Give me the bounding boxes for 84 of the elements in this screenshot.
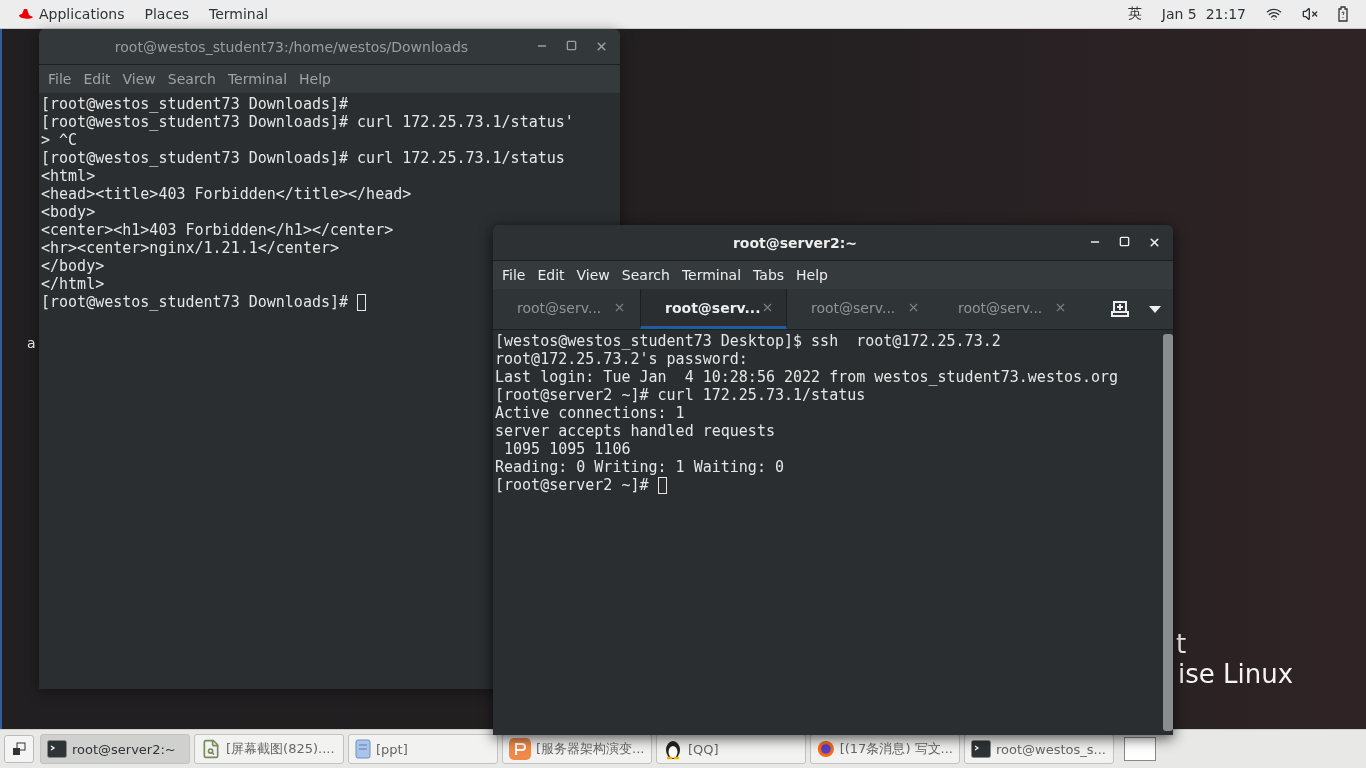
menu-item[interactable]: Edit	[77, 71, 117, 87]
menu-item[interactable]: Terminal	[675, 267, 748, 283]
terminal-line: Last login: Tue Jan 4 10:28:56 2022 from westos_student73.westos.org	[495, 368, 1119, 386]
terminal-icon	[47, 740, 67, 758]
image-viewer-icon	[201, 739, 221, 759]
hat-icon	[18, 8, 34, 20]
terminal-line: <hr><center>nginx/1.21.1</center>	[41, 239, 339, 257]
terminal-line: <body>	[41, 203, 96, 221]
terminal-tab[interactable]: root@serv...	[934, 289, 1081, 329]
windows-icon	[12, 742, 26, 756]
window-title: root@server2:~	[731, 234, 859, 251]
terminal-line: Active connections: 1	[495, 404, 685, 422]
terminal-line: <html>	[41, 167, 96, 185]
close-icon	[907, 301, 920, 314]
terminal-line: Reading: 0 Writing: 1 Waiting: 0	[495, 458, 784, 476]
terminal-line: [root@server2 ~]#	[495, 476, 650, 494]
terminal-line: [root@westos_student73 Downloads]#	[41, 95, 349, 113]
show-desktop-button[interactable]	[4, 735, 34, 763]
close-tab-button[interactable]	[907, 301, 920, 314]
browser-icon	[817, 738, 835, 760]
terminal-icon	[971, 740, 991, 758]
taskbar-item[interactable]: [屏幕截图(825)....	[194, 734, 344, 764]
maximize-icon	[566, 40, 577, 51]
wifi-icon[interactable]	[1266, 6, 1282, 22]
terminal-line: </html>	[41, 275, 105, 293]
terminal-line: </body>	[41, 257, 105, 275]
terminal-tab[interactable]: root@serv...	[640, 289, 787, 329]
top-menu[interactable]: Applications	[8, 6, 135, 22]
menu-item[interactable]: Edit	[531, 267, 571, 283]
top-menu[interactable]: Places	[134, 6, 200, 22]
new-tab-icon[interactable]	[1111, 301, 1129, 317]
penguin-icon	[663, 738, 683, 760]
maximize-icon	[1119, 236, 1130, 247]
taskbar-item[interactable]: [服务器架构演变...	[502, 734, 652, 764]
terminal-line: [root@server2 ~]# curl 172.25.73.1/status	[495, 386, 866, 404]
taskbar-item[interactable]: [ppt]	[348, 734, 498, 764]
workspace-switcher[interactable]	[1124, 737, 1156, 761]
cursor	[657, 476, 667, 494]
desktop-label: a	[27, 335, 36, 351]
menu-item[interactable]: View	[570, 267, 616, 283]
menu-item[interactable]: Tabs	[747, 267, 791, 283]
battery-icon[interactable]	[1338, 6, 1348, 22]
terminal-line: [root@westos_student73 Downloads]#	[41, 293, 350, 311]
terminal-line: > ^C	[41, 131, 78, 149]
wallpaper-text: t	[1176, 629, 1187, 659]
scrollbar-thumb[interactable]	[1163, 334, 1173, 731]
menu-item[interactable]: Search	[615, 267, 676, 283]
close-tab-button[interactable]	[613, 301, 626, 314]
terminal-line: [root@westos_student73 Downloads]# curl 172.25.73.1/status'	[41, 113, 574, 131]
terminal-line: server accepts handled requests	[495, 422, 775, 440]
taskbar-item[interactable]: root@westos_s...	[964, 734, 1114, 764]
menu-item[interactable]: View	[116, 71, 162, 87]
terminal-line: <head><title>403 Forbidden</title></head>	[41, 185, 412, 203]
close-icon	[1054, 301, 1067, 314]
taskbar-item[interactable]: root@server2:~	[40, 734, 190, 764]
clock[interactable]: Jan 5 21:17	[1151, 6, 1256, 22]
app-icon	[509, 738, 531, 760]
terminal-line: [westos@westos_student73 Desktop]$ ssh root@172.25.73.2	[495, 332, 1001, 350]
menu-item[interactable]: Terminal	[221, 71, 294, 87]
terminal-tab[interactable]: root@serv...	[787, 289, 934, 329]
cursor	[357, 293, 367, 311]
taskbar-item[interactable]: [(17条消息) 写文...	[810, 734, 960, 764]
close-icon	[613, 301, 626, 314]
menu-item[interactable]: Help	[293, 71, 337, 87]
terminal-line: 1095 1095 1106	[503, 440, 631, 458]
terminal-line: [root@westos_student73 Downloads]# curl 172.25.73.1/status	[41, 149, 565, 167]
dropdown-caret-icon[interactable]	[1149, 305, 1161, 313]
document-icon	[355, 739, 371, 759]
input-method-indicator[interactable]: 英	[1117, 5, 1152, 23]
window-title: root@westos_student73:/home/westos/Downloads	[113, 38, 470, 55]
wallpaper-text: ise Linux	[1178, 659, 1294, 689]
menu-item[interactable]: File	[496, 267, 532, 283]
menu-item[interactable]: Search	[161, 71, 222, 87]
close-icon	[1148, 236, 1161, 249]
terminal-line: <center><h1>403 Forbidden</h1></center>	[41, 221, 394, 239]
top-menu[interactable]: Terminal	[199, 6, 279, 22]
menu-item[interactable]: Help	[790, 267, 834, 283]
close-tab-button[interactable]	[1054, 301, 1067, 314]
muted-volume-icon[interactable]	[1302, 6, 1318, 22]
menu-item[interactable]: File	[42, 71, 78, 87]
taskbar-item[interactable]: [QQ]	[656, 734, 806, 764]
terminal-tab[interactable]: root@serv...	[493, 289, 640, 329]
close-icon	[595, 40, 608, 53]
terminal-line: root@172.25.73.2's password:	[495, 350, 748, 368]
